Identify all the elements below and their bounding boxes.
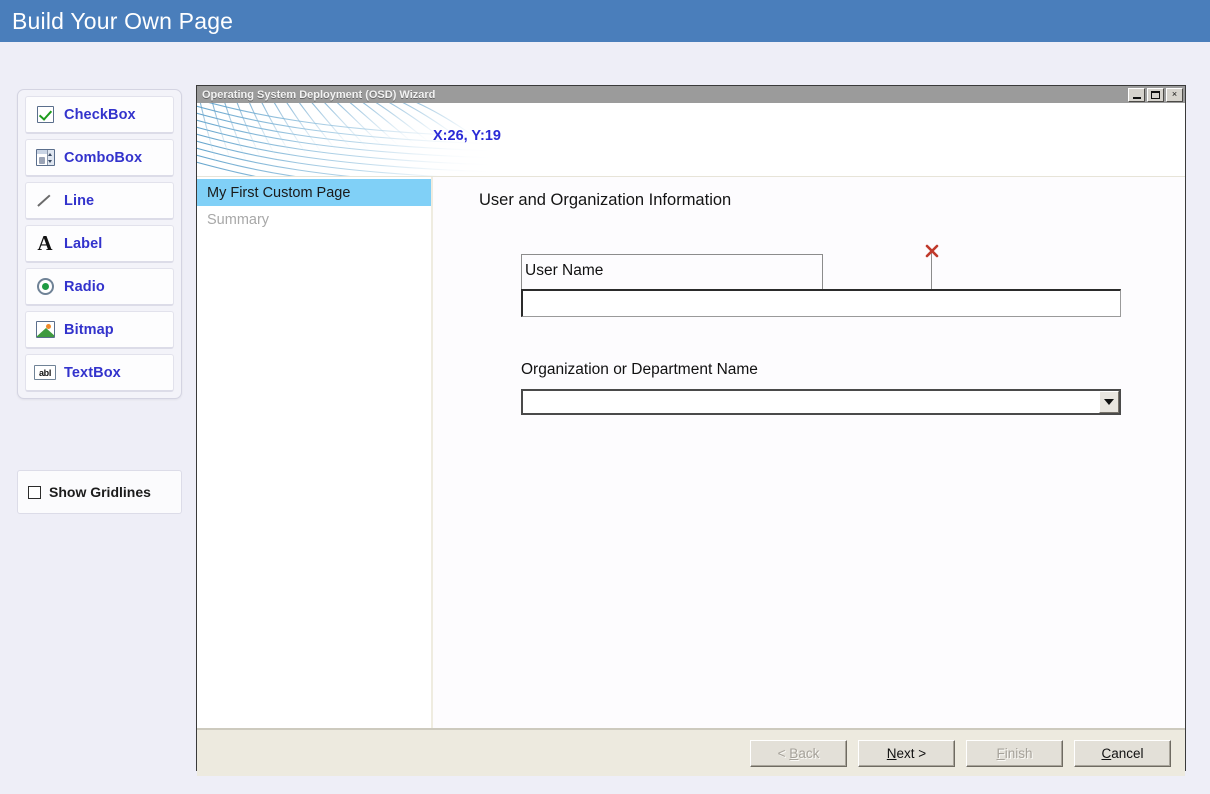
cursor-coordinates: X:26, Y:19	[433, 128, 501, 144]
textbox-abl-icon: abl	[26, 355, 64, 390]
content-heading: User and Organization Information	[479, 191, 732, 209]
toolbox-panel: CheckBox ComboBox Line A Label Radio Bit…	[17, 89, 182, 399]
nav-item-label: My First Custom Page	[207, 184, 351, 201]
tool-label: TextBox	[64, 364, 121, 381]
tool-item-radio[interactable]: Radio	[25, 268, 174, 306]
username-label: User Name	[525, 262, 604, 279]
back-button[interactable]: < Back	[750, 739, 847, 767]
tool-item-line[interactable]: Line	[25, 182, 174, 220]
tool-item-textbox[interactable]: abl TextBox	[25, 354, 174, 392]
close-icon[interactable]: ×	[1166, 87, 1183, 102]
tool-label: Bitmap	[64, 321, 114, 338]
designer-surface: CheckBox ComboBox Line A Label Radio Bit…	[0, 42, 1210, 794]
wizard-footer: < Back Next > Finish Cancel	[197, 728, 1185, 776]
finish-button[interactable]: Finish	[966, 739, 1063, 767]
maximize-icon[interactable]	[1147, 87, 1164, 102]
organization-combobox[interactable]	[521, 389, 1121, 415]
nav-item-label: Summary	[207, 211, 270, 228]
tool-item-bitmap[interactable]: Bitmap	[25, 311, 174, 349]
organization-label: Organization or Department Name	[521, 361, 758, 378]
radio-icon	[26, 269, 64, 304]
line-icon	[26, 183, 64, 218]
tool-label: Label	[64, 235, 103, 252]
show-gridlines-row[interactable]: Show Gridlines	[17, 470, 182, 514]
wizard-content-pane: User and Organization Information User N…	[433, 177, 1185, 728]
show-gridlines-checkbox[interactable]	[28, 485, 41, 499]
wizard-banner: X:26, Y:19	[197, 103, 1185, 177]
checkbox-icon	[26, 97, 64, 132]
next-button[interactable]: Next >	[858, 739, 955, 767]
page-title: Build Your Own Page	[12, 7, 234, 34]
show-gridlines-label: Show Gridlines	[49, 484, 151, 500]
wizard-title: Operating System Deployment (OSD) Wizard	[202, 88, 436, 101]
cancel-button[interactable]: Cancel	[1074, 739, 1171, 767]
username-input[interactable]	[521, 289, 1121, 317]
nav-item-summary[interactable]: Summary	[197, 206, 431, 233]
delete-control-x-icon[interactable]	[924, 243, 940, 259]
osd-wizard-window: Operating System Deployment (OSD) Wizard…	[196, 85, 1186, 776]
tool-item-checkbox[interactable]: CheckBox	[25, 96, 174, 134]
chevron-down-icon[interactable]	[1099, 391, 1119, 413]
app-header: Build Your Own Page	[0, 0, 1210, 42]
nav-item-my-first-custom-page[interactable]: My First Custom Page	[197, 179, 431, 206]
bitmap-icon	[26, 312, 64, 347]
tool-label: ComboBox	[64, 149, 143, 166]
wizard-nav-pane: My First Custom Page Summary	[197, 177, 433, 728]
window-controls: ×	[1128, 87, 1183, 102]
wizard-body: My First Custom Page Summary User and Or…	[197, 177, 1185, 728]
tool-item-combobox[interactable]: ComboBox	[25, 139, 174, 177]
username-label-control[interactable]: User Name	[521, 254, 823, 292]
wizard-titlebar[interactable]: Operating System Deployment (OSD) Wizard…	[197, 86, 1185, 103]
tool-label: Radio	[64, 278, 105, 295]
tool-label: CheckBox	[64, 106, 136, 123]
tool-label: Line	[64, 192, 95, 209]
combobox-icon	[26, 140, 64, 175]
minimize-icon[interactable]	[1128, 87, 1145, 102]
tool-item-label[interactable]: A Label	[25, 225, 174, 263]
label-a-icon: A	[37, 231, 53, 255]
